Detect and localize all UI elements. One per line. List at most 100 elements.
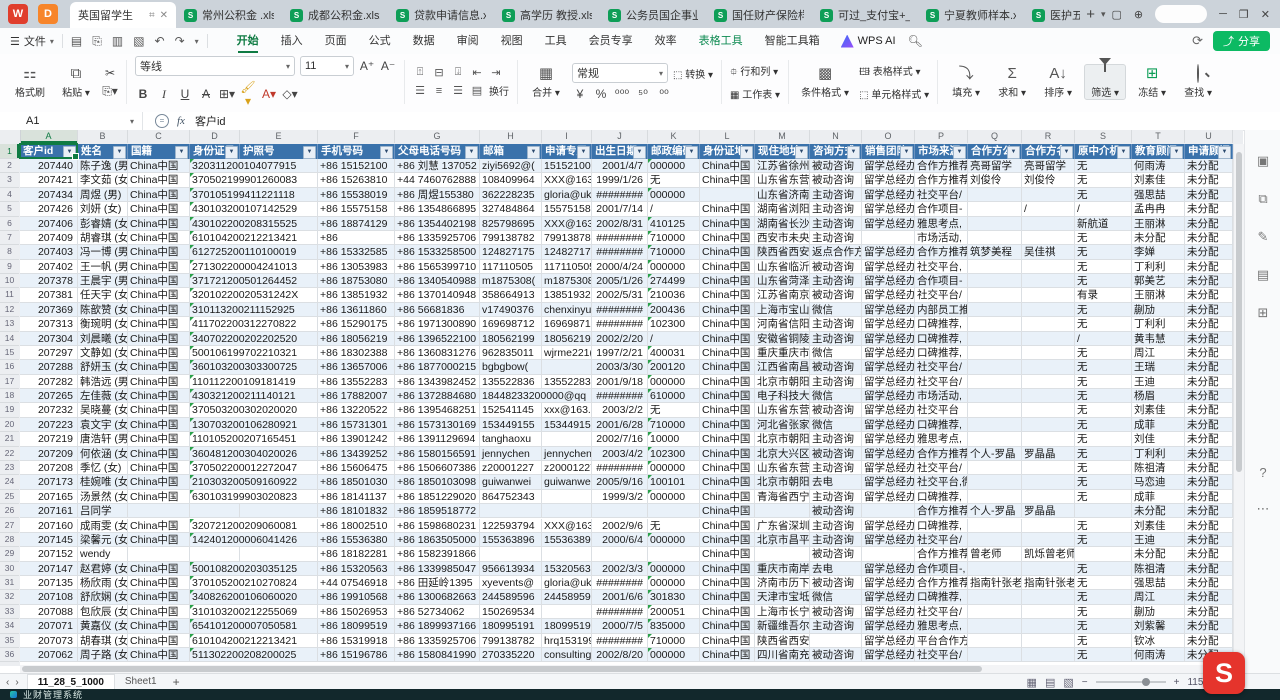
tab-list-caret[interactable]: ▾ [1101,9,1112,20]
grid-cell[interactable]: 无 [1075,159,1132,173]
grid-cell[interactable]: 王迪 [1132,375,1185,389]
grid-cell[interactable]: 杨欣雨 (女 [78,576,128,590]
grid-cell[interactable]: 钦冰 [1132,634,1185,648]
grid-cell[interactable]: 155363896 [542,533,592,547]
row-header[interactable]: 22 [0,447,19,461]
grid-cell[interactable]: jennychen [542,447,592,461]
grid-cell[interactable]: 142401200006041426 [190,533,240,547]
grid-cell[interactable] [1022,562,1075,576]
grid-cell[interactable]: 无 [1075,303,1132,317]
grid-cell[interactable]: 左佳薇 (女 [78,389,128,403]
grid-cell[interactable] [1022,648,1075,662]
grid-cell[interactable]: 799138782 [480,231,542,245]
grid-cell[interactable]: 江苏省徐州 [755,159,810,173]
grid-cell[interactable]: 000000 [648,576,700,590]
grid-cell[interactable] [648,547,700,561]
grid-cell[interactable]: +86 13439252 [318,447,395,461]
grid-cell[interactable]: China中国 [128,217,190,231]
grid-cell[interactable]: 任天宇 (女 [78,288,128,302]
filter-dropdown-icon[interactable]: ▼ [63,146,76,159]
grid-cell[interactable]: / [648,202,700,216]
grid-cell[interactable]: 北京市朝阳 [755,375,810,389]
grid-cell[interactable]: China中国 [128,375,190,389]
grid-cell[interactable]: China中国 [128,303,190,317]
grid-cell[interactable]: 32010220020531242X [190,288,240,302]
grid-cell[interactable] [1022,605,1075,619]
menu-wps-ai[interactable]: WPS AI [858,35,896,47]
grid-cell[interactable]: China中国 [700,447,755,461]
grid-cell[interactable]: 主动咨询 [810,519,862,533]
panel-edit-icon[interactable]: ✎ [1245,224,1280,250]
grid-cell[interactable]: 102300 [648,447,700,461]
grid-cell[interactable]: 200436 [648,303,700,317]
grid-cell[interactable]: 社交平台/ [915,605,968,619]
grid-cell[interactable]: 口碑推荐, [915,332,968,346]
grid-cell[interactable]: 留学总经办 [862,418,915,432]
document-tab[interactable]: S高学历 教授.xlsx [494,2,600,28]
grid-cell[interactable]: chenxinyur [542,303,592,317]
grid-cell[interactable]: 刘紫馨 [1132,619,1185,633]
grid-cell[interactable]: China中国 [700,504,755,518]
column-header-A[interactable]: A [20,130,78,143]
grid-cell[interactable]: 2001/9/18 [592,375,648,389]
grid-cell[interactable]: 180562199 [480,332,542,346]
row-header[interactable]: 32 [0,590,19,604]
grid-cell[interactable]: 口碑推荐, [915,418,968,432]
grid-cell[interactable]: +86 18302388 [318,346,395,360]
grid-cell[interactable]: 150269534 [480,605,542,619]
grid-cell[interactable]: 未分配 [1185,461,1233,475]
grid-cell[interactable]: +86 1339985047 [395,562,480,576]
grid-cell[interactable]: XXX@163.( [542,519,592,533]
grid-cell[interactable]: 207152 [20,547,78,561]
grid-cell[interactable]: 季忆 (女) [78,461,128,475]
grid-cell[interactable]: 蒯劢 [1132,605,1185,619]
grid-cell[interactable]: China中国 [700,260,755,274]
grid-cell[interactable]: 主动咨询 [810,533,862,547]
grid-cell[interactable]: 马恋迪 [1132,475,1185,489]
field-header-T[interactable]: 教育顾问▼ [1132,144,1185,159]
row-header[interactable]: 31 [0,576,19,590]
menu-item-公式[interactable]: 公式 [358,28,402,54]
grid-cell[interactable]: ######## [592,389,648,403]
grid-cell[interactable]: +86 1343982452 [395,375,480,389]
grid-cell[interactable]: xyevents@ [480,576,542,590]
grid-cell[interactable] [1022,360,1075,374]
grid-cell[interactable]: ######## [592,231,648,245]
grid-cell[interactable]: ######## [592,461,648,475]
grid-cell[interactable]: 天津市宝坻 [755,590,810,604]
menu-item-视图[interactable]: 视图 [490,28,534,54]
grid-cell[interactable] [1022,188,1075,202]
field-header-Q[interactable]: 合作方公▼ [968,144,1022,159]
grid-cell[interactable]: 207369 [20,303,78,317]
grid-cell[interactable]: 汤景然 (女 [78,490,128,504]
menu-item-表格工具[interactable]: 表格工具 [688,28,754,54]
grid-cell[interactable]: 500106199702210321 [190,346,240,360]
grid-cell[interactable]: 370502200012272047 [190,461,240,475]
grid-cell[interactable]: +86 15575158 [318,202,395,216]
grid-cell[interactable]: +86 19910568 [318,590,395,604]
grid-cell[interactable]: 000000 [648,490,700,504]
grid-cell[interactable]: 北京市朝阳 [755,475,810,489]
column-header-K[interactable]: K [648,130,700,143]
column-header-O[interactable]: O [862,130,915,143]
grid-cell[interactable]: 筑梦美程 [968,245,1022,259]
grid-cell[interactable]: 平台合作方 [915,634,968,648]
grid-cell[interactable]: 207071 [20,619,78,633]
grid-cell[interactable]: 社交平台,微 [915,475,968,489]
grid-cell[interactable]: 500108200203035125 [190,562,240,576]
grid-cell[interactable]: 合作方推荐 [915,576,968,590]
menu-item-效率[interactable]: 效率 [644,28,688,54]
panel-tools-icon[interactable]: ⊞ [1245,300,1280,326]
grid-cell[interactable]: 799138782 [542,231,592,245]
grid-cell[interactable]: 江苏省南京 [755,288,810,302]
grid-cell[interactable]: 未分配 [1185,490,1233,504]
grid-cell[interactable]: 207232 [20,403,78,417]
grid-cell[interactable]: 无 [1075,519,1132,533]
grid-cell[interactable]: China中国 [700,202,755,216]
column-header-J[interactable]: J [592,130,648,143]
align-middle-icon[interactable]: ⊟ [432,66,446,79]
grid-cell[interactable]: 口碑推荐, [915,519,968,533]
row-header[interactable]: 34 [0,619,19,633]
row-header[interactable]: 11 [0,288,19,302]
panel-clipboard-icon[interactable]: ⧉ [1245,186,1280,212]
